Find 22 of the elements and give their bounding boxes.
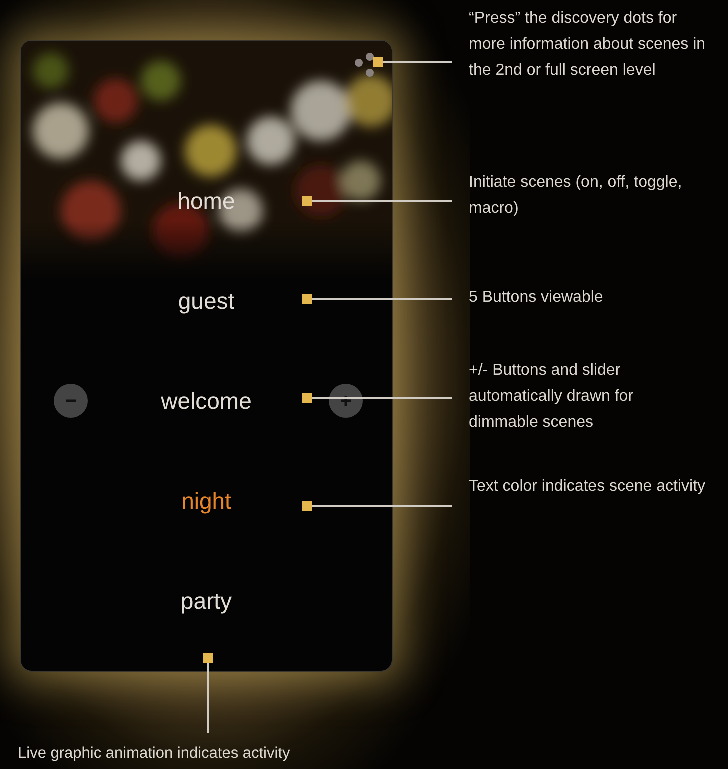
caption-text: Live graphic animation indicates activity [18,744,290,764]
annotation-text: 5 Buttons viewable [469,288,604,308]
dots-icon[interactable] [354,52,376,78]
marker-square [302,501,312,511]
marker-square [302,393,312,403]
annotation-text: Initiate scenes (on, off, toggle, macro) [469,173,684,219]
annotation-text: Text color indicates scene activity [469,477,707,497]
plus-icon [339,394,353,408]
marker-square [302,294,312,304]
annotation-text: +/- Buttons and slider automatically drawn for dimmable scenes [469,361,635,433]
leader-line [383,61,452,63]
scene-button[interactable]: party [180,584,232,618]
marker-square [302,196,312,206]
leader-line [207,663,209,733]
plus-button[interactable] [329,384,363,418]
scene-button[interactable]: welcome [161,384,252,418]
marker-square [373,57,383,67]
scene-button[interactable]: guest [178,284,235,318]
marker-square [203,653,213,663]
scene-button[interactable]: night [182,484,232,518]
annotation-text: “Press” the discovery dots for more information about scenes in the 2nd or full screen level [469,9,707,81]
scene-button[interactable]: home [178,184,236,218]
